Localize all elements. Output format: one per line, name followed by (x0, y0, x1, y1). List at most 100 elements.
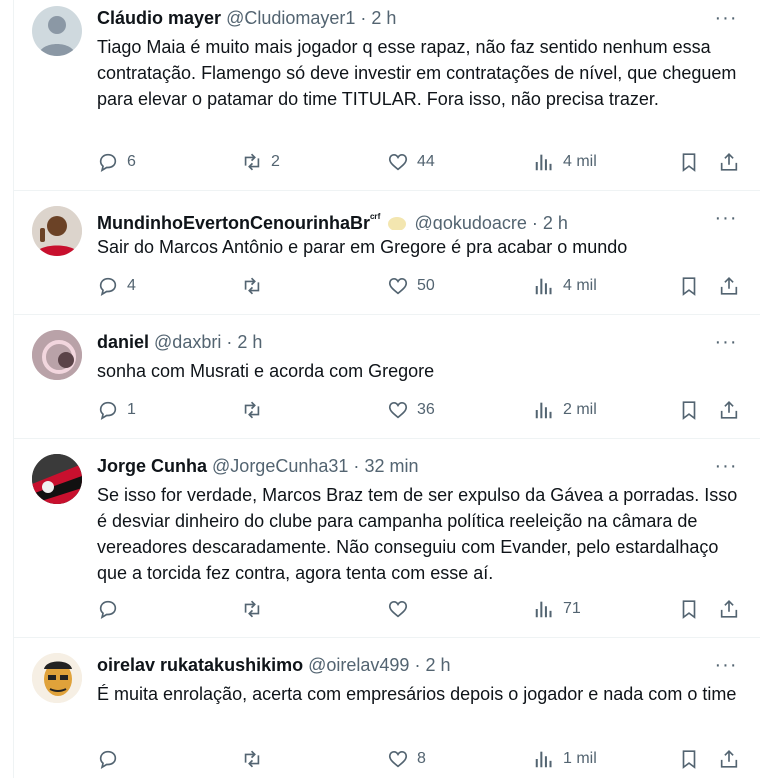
reply-header: Jorge Cunha @JorgeCunha31 · 32 min (97, 454, 700, 478)
views-button[interactable]: 1 mil (533, 746, 597, 772)
like-button[interactable]: 36 (387, 397, 435, 423)
reply-header: MundinhoEvertonCenourinhaBrᶜʳᶠ @gokudoac… (97, 206, 700, 230)
comment-icon (99, 153, 117, 172)
avatar[interactable] (32, 6, 82, 56)
avatar[interactable] (32, 653, 82, 703)
timestamp[interactable]: 2 h (371, 8, 396, 28)
comment-icon (99, 277, 117, 296)
author-handle[interactable]: @JorgeCunha31 (212, 456, 348, 476)
views-count: 1 mil (563, 750, 597, 767)
repost-icon (244, 153, 260, 171)
more-options-icon[interactable]: ··· (712, 8, 740, 32)
author-name[interactable]: Jorge Cunha (97, 456, 207, 476)
share-button[interactable] (718, 273, 740, 299)
share-button[interactable] (718, 596, 740, 622)
author-name-suffix: ᶜʳᶠ (370, 211, 381, 225)
author-handle[interactable]: @daxbri (154, 332, 221, 352)
comment-icon (99, 600, 117, 619)
reply-header: oirelav rukatakushikimo @oirelav499 · 2 … (97, 653, 700, 677)
bookmark-button[interactable] (678, 149, 700, 175)
action-bar: 1 36 2 mil (97, 397, 742, 423)
reply-text: sonha com Musrati e acorda com Gregore (97, 361, 435, 381)
comment-icon (99, 401, 117, 420)
reply-button[interactable]: 4 (97, 273, 136, 299)
separator-dot: · (360, 8, 367, 28)
reply-item[interactable]: MundinhoEvertonCenourinhaBrᶜʳᶠ @gokudoac… (14, 191, 760, 315)
like-count: 44 (417, 153, 435, 170)
avatar[interactable] (32, 206, 82, 256)
views-button[interactable]: 71 (533, 596, 581, 622)
reply-item[interactable]: Cláudio mayer @Cludiomayer1 · 2 h ··· Ti… (14, 0, 760, 191)
views-count: 4 mil (563, 277, 597, 294)
emoji-icon (387, 217, 406, 230)
author-name[interactable]: Cláudio mayer (97, 8, 221, 28)
repost-button[interactable] (241, 596, 271, 622)
avatar[interactable] (32, 330, 82, 380)
heart-icon (388, 278, 408, 295)
reply-header: Cláudio mayer @Cludiomayer1 · 2 h (97, 6, 700, 30)
avatar[interactable] (32, 454, 82, 504)
author-name[interactable]: daniel (97, 332, 149, 352)
reply-item[interactable]: oirelav rukatakushikimo @oirelav499 · 2 … (14, 638, 760, 778)
reply-button[interactable] (97, 746, 127, 772)
author-handle[interactable]: @Cludiomayer1 (226, 8, 355, 28)
timestamp[interactable]: 2 h (425, 655, 450, 675)
share-icon (720, 750, 738, 768)
like-count: 36 (417, 401, 435, 418)
views-chart-icon (535, 154, 552, 171)
share-icon (720, 153, 738, 171)
timestamp[interactable]: 32 min (364, 456, 418, 476)
author-name[interactable]: MundinhoEvertonCenourinhaBr (97, 213, 370, 230)
timestamp[interactable]: 2 h (237, 332, 262, 352)
reply-button[interactable] (97, 596, 127, 622)
bookmark-button[interactable] (678, 397, 700, 423)
separator-dot: · (353, 456, 360, 476)
timestamp[interactable]: 2 h (543, 213, 568, 230)
views-button[interactable]: 2 mil (533, 397, 597, 423)
bookmark-button[interactable] (678, 746, 700, 772)
action-bar: 6 2 44 4 mil (97, 149, 742, 175)
share-button[interactable] (718, 149, 740, 175)
reply-header: daniel @daxbri · 2 h (97, 330, 700, 354)
bookmark-button[interactable] (678, 273, 700, 299)
repost-button[interactable]: 2 (241, 149, 280, 175)
bookmark-icon (682, 401, 696, 420)
like-button[interactable]: 44 (387, 149, 435, 175)
repost-button[interactable] (241, 397, 271, 423)
more-options-icon[interactable]: ··· (712, 655, 740, 679)
like-button[interactable]: 8 (387, 746, 426, 772)
more-options-icon[interactable]: ··· (712, 456, 740, 480)
like-button[interactable] (387, 596, 417, 622)
reply-text: Tiago Maia é muito mais jogador q esse r… (97, 37, 737, 109)
share-icon (720, 401, 738, 419)
repost-button[interactable] (241, 273, 271, 299)
views-chart-icon (535, 402, 552, 419)
reply-button[interactable]: 6 (97, 149, 136, 175)
reply-item[interactable]: Jorge Cunha @JorgeCunha31 · 32 min ··· S… (14, 439, 760, 638)
like-button[interactable]: 50 (387, 273, 435, 299)
views-button[interactable]: 4 mil (533, 149, 597, 175)
more-options-icon[interactable]: ··· (712, 332, 740, 356)
views-chart-icon (535, 278, 552, 295)
author-handle[interactable]: @oirelav499 (308, 655, 409, 675)
author-handle[interactable]: @gokudoacre (415, 213, 527, 230)
bookmark-button[interactable] (678, 596, 700, 622)
reply-item[interactable]: daniel @daxbri · 2 h ··· sonha com Musra… (14, 315, 760, 439)
reply-count: 4 (127, 277, 136, 294)
action-bar: 4 50 4 mil (97, 273, 742, 299)
views-button[interactable]: 4 mil (533, 273, 597, 299)
share-button[interactable] (718, 397, 740, 423)
repost-icon (244, 750, 260, 768)
heart-icon (388, 154, 408, 171)
reply-button[interactable]: 1 (97, 397, 136, 423)
more-options-icon[interactable]: ··· (712, 208, 740, 232)
bookmark-icon (682, 750, 696, 769)
share-button[interactable] (718, 746, 740, 772)
repost-icon (244, 277, 260, 295)
repost-button[interactable] (241, 746, 271, 772)
author-name[interactable]: oirelav rukatakushikimo (97, 655, 303, 675)
comment-icon (99, 750, 117, 769)
heart-icon (388, 751, 408, 768)
heart-icon (388, 601, 408, 618)
reply-count: 1 (127, 401, 136, 418)
